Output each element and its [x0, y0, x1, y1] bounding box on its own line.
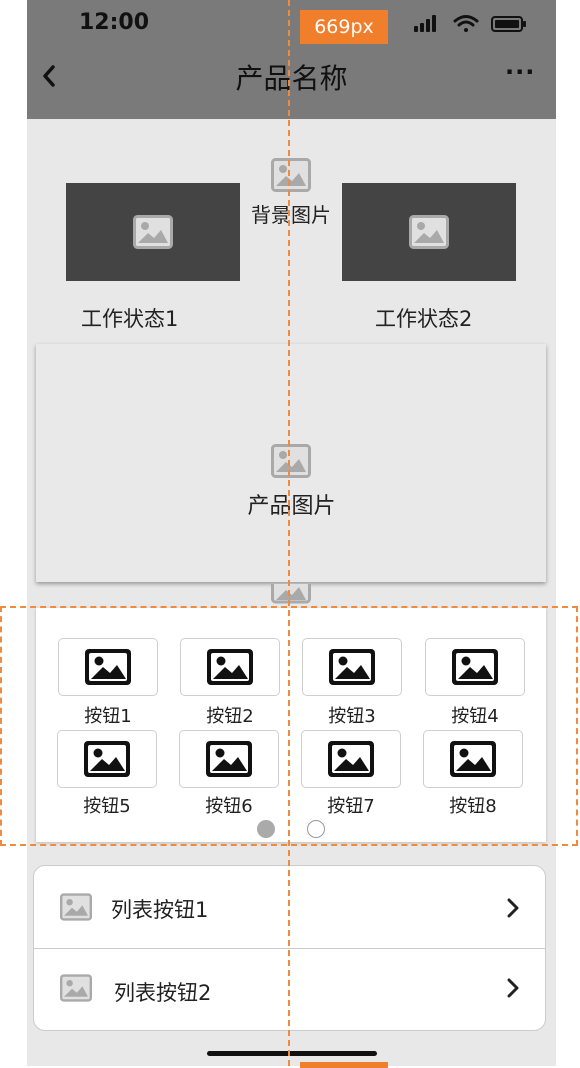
- image-placeholder-icon: [60, 893, 92, 921]
- image-placeholder-icon: [271, 584, 311, 604]
- page-title: 产品名称: [235, 62, 348, 95]
- image-placeholder-icon: [60, 974, 92, 1002]
- status-icons: [414, 15, 526, 32]
- home-indicator: [207, 1051, 377, 1056]
- work-state-2-label: 工作状态2: [375, 307, 473, 331]
- list-item-1-label: 列表按钮1: [111, 898, 209, 922]
- list-item-2[interactable]: 列表按钮2: [34, 949, 545, 1030]
- image-placeholder-icon: [133, 215, 173, 249]
- image-placeholder-icon: [409, 215, 449, 249]
- more-button[interactable]: ···: [505, 58, 535, 86]
- battery-icon: [491, 16, 526, 32]
- chevron-right-icon: [507, 978, 519, 998]
- work-state-1-label: 工作状态1: [81, 307, 179, 331]
- guide-bottom-marker: [300, 1062, 388, 1068]
- image-placeholder-icon: [271, 158, 311, 192]
- measure-badge: 669px: [300, 10, 388, 44]
- center-guide-line: [288, 0, 290, 1066]
- list-item-2-label: 列表按钮2: [114, 981, 212, 1005]
- chevron-right-icon: [507, 898, 519, 918]
- list-item-1[interactable]: 列表按钮1: [34, 866, 545, 949]
- image-placeholder-icon: [271, 444, 311, 478]
- wifi-icon: [453, 15, 479, 32]
- status-time: 12:00: [79, 10, 150, 35]
- phone-screen: 12:00 产品名称 ··· 背景图片 工作状态1 工作状态2 产品图片 按钮1…: [27, 0, 556, 1066]
- background-image-label: 背景图片: [251, 203, 331, 227]
- signal-icon: [414, 15, 436, 32]
- product-image-label: 产品图片: [247, 494, 336, 519]
